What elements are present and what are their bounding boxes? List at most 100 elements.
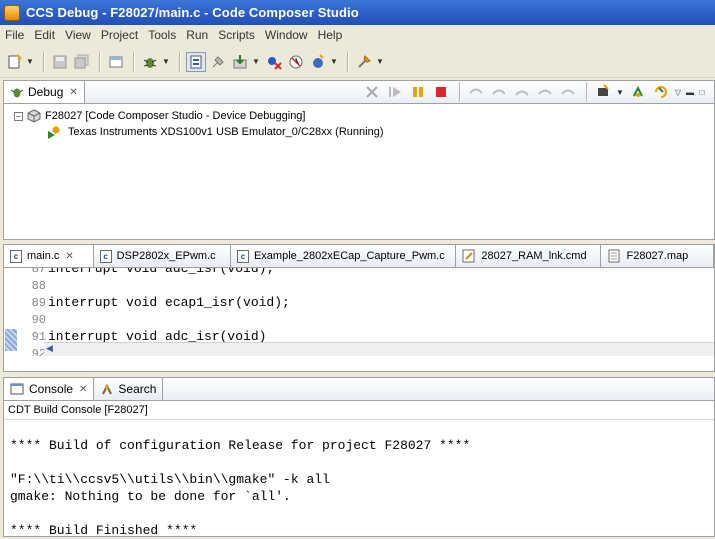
line-number: 92 — [31, 347, 46, 356]
title-bar: CCS Debug - F28027/main.c - Code Compose… — [0, 0, 715, 25]
window-title: CCS Debug - F28027/main.c - Code Compose… — [26, 5, 359, 20]
refresh-icon[interactable] — [651, 82, 671, 102]
c-file-icon: c — [99, 249, 112, 263]
cmd-file-icon — [462, 249, 475, 263]
tab-example-ecap-label: Example_2802xECap_Capture_Pwm.c — [253, 250, 445, 262]
remove-terminated-icon[interactable] — [362, 82, 382, 102]
open-perspective-icon[interactable] — [106, 52, 126, 72]
menu-tools[interactable]: Tools — [143, 28, 181, 42]
tab-console[interactable]: Console ✕ — [4, 378, 95, 400]
scroll-left-icon[interactable]: ◀ — [46, 344, 56, 354]
tab-debug-label: Debug — [28, 85, 64, 99]
menu-help[interactable]: Help — [313, 28, 348, 42]
minimize-icon[interactable]: ▬ — [686, 82, 694, 102]
tree-row-device-label: F28027 [Code Composer Studio - Device De… — [45, 110, 306, 122]
line-number: 91 — [31, 330, 46, 344]
code-line: 88 — [16, 277, 48, 294]
external-tools-icon[interactable] — [354, 52, 374, 72]
toolbar-separator — [99, 51, 101, 72]
toolbar-separator — [179, 51, 181, 72]
assembly-step-icon[interactable] — [535, 82, 555, 102]
tab-main-c-label: main.c — [27, 250, 60, 262]
menu-edit[interactable]: Edit — [29, 28, 60, 42]
tab-f28027-map[interactable]: F28027.map — [601, 245, 715, 267]
view-menu-icon[interactable]: ▽ — [674, 82, 682, 102]
menu-file[interactable]: File — [0, 28, 29, 42]
assembly-step-over-icon[interactable] — [558, 82, 578, 102]
new-dropdown-icon[interactable]: ▼ — [26, 52, 34, 72]
tree-row-device[interactable]: − F28027 [Code Composer Studio - Device … — [4, 108, 714, 124]
menu-window[interactable]: Window — [260, 28, 313, 42]
tab-dsp2802x-epwm[interactable]: c DSP2802x_EPwm.c — [93, 245, 231, 267]
load-program-icon[interactable] — [230, 52, 250, 72]
menu-scripts[interactable]: Scripts — [213, 28, 260, 42]
debug-bug-icon[interactable] — [140, 52, 160, 72]
console-view-tabs: Console ✕ Search — [4, 378, 714, 401]
reset-dropdown-icon[interactable]: ▼ — [616, 82, 624, 102]
terminate-icon[interactable] — [431, 82, 451, 102]
menu-run[interactable]: Run — [181, 28, 213, 42]
console-title: CDT Build Console [F28027] — [4, 401, 714, 420]
console-line: gmake: Nothing to be done for `all'. — [10, 489, 291, 504]
new-icon[interactable] — [4, 52, 24, 72]
tree-row-emulator[interactable]: Texas Instruments XDS100v1 USB Emulator_… — [4, 124, 714, 140]
clock-icon[interactable] — [286, 52, 306, 72]
save-icon[interactable] — [50, 52, 70, 72]
restart-icon[interactable] — [628, 82, 648, 102]
close-icon[interactable]: ✕ — [69, 87, 77, 98]
step-into-icon[interactable] — [466, 82, 486, 102]
line-number: 88 — [31, 279, 46, 293]
toolbar-separator — [586, 82, 588, 102]
console-line: **** Build of configuration Release for … — [10, 438, 471, 453]
step-return-icon[interactable] — [512, 82, 532, 102]
tab-example-ecap[interactable]: c Example_2802xECap_Capture_Pwm.c — [230, 245, 457, 267]
console-output[interactable]: **** Build of configuration Release for … — [4, 420, 714, 538]
code-editor[interactable]: 87 interrupt void adc_isr(void); 88 89 int… — [4, 268, 714, 356]
tab-ram-lnk-cmd-label: 28027_RAM_lnk.cmd — [481, 250, 587, 262]
tab-ram-lnk-cmd[interactable]: 28027_RAM_lnk.cmd — [456, 245, 602, 267]
connect-icon[interactable] — [208, 52, 228, 72]
save-all-icon[interactable] — [72, 52, 92, 72]
external-tools-dropdown-icon[interactable]: ▼ — [376, 52, 384, 72]
code-text: interrupt void ecap1_isr(void); — [48, 295, 290, 310]
code-line: 89 interrupt void ecap1_isr(void); — [16, 294, 290, 311]
toolbar-separator — [133, 51, 135, 72]
debug-view: Debug ✕ ▼ ▽ ▬ □ − F28027 [Code Composer … — [3, 80, 715, 240]
debug-view-tabs: Debug ✕ ▼ ▽ ▬ □ — [4, 81, 714, 104]
menu-view[interactable]: View — [60, 28, 96, 42]
memory-icon[interactable] — [308, 52, 328, 72]
horizontal-scrollbar[interactable]: ◀ — [44, 342, 714, 356]
maximize-icon[interactable]: □ — [698, 82, 706, 102]
debug-dropdown-icon[interactable]: ▼ — [162, 52, 170, 72]
collapse-icon[interactable]: − — [14, 111, 23, 121]
close-icon[interactable]: ✕ — [65, 251, 73, 262]
debug-actions-toolbar: ▼ ▽ ▬ □ — [362, 82, 710, 102]
debug-bug-icon — [10, 88, 24, 98]
remove-breakpoints-icon[interactable] — [264, 52, 284, 72]
c-file-icon: c — [10, 249, 22, 263]
tab-search-label: Search — [118, 382, 157, 396]
tree-row-emulator-label: Texas Instruments XDS100v1 USB Emulator_… — [68, 126, 384, 138]
device-cube-icon — [27, 109, 41, 123]
console-line: "F:\\ti\\ccsv5\\utils\\bin\\gmake" -k al… — [10, 472, 330, 487]
c-file-icon: c — [236, 249, 249, 263]
line-number: 89 — [31, 296, 46, 310]
toolbar-separator — [347, 51, 349, 72]
tab-debug[interactable]: Debug ✕ — [4, 81, 85, 103]
tab-search[interactable]: Search — [94, 378, 164, 400]
memory-dropdown-icon[interactable]: ▼ — [330, 52, 338, 72]
load-dropdown-icon[interactable]: ▼ — [252, 52, 260, 72]
resume-icon[interactable] — [385, 82, 405, 102]
toolbar-separator — [43, 51, 45, 72]
target-config-icon[interactable] — [186, 51, 206, 72]
console-line: **** Build Finished **** — [10, 523, 198, 538]
menu-project[interactable]: Project — [96, 28, 143, 42]
tab-main-c[interactable]: c main.c ✕ — [4, 245, 94, 267]
suspend-icon[interactable] — [408, 82, 428, 102]
step-over-icon[interactable] — [489, 82, 509, 102]
close-icon[interactable]: ✕ — [79, 384, 87, 395]
cpu-reset-icon[interactable] — [593, 82, 613, 102]
